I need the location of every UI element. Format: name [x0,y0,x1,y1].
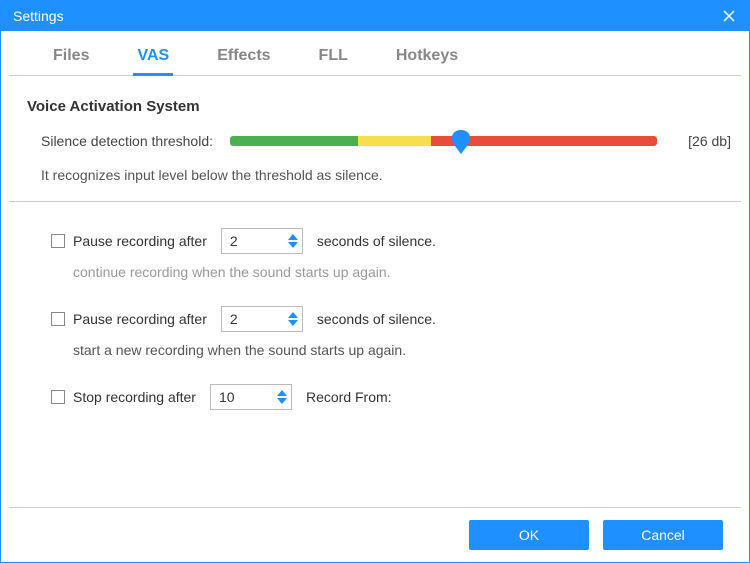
pause2-row: Pause recording after 2 seconds of silen… [19,306,731,332]
pause2-label-post: seconds of silence. [317,311,436,327]
stop-label-pre: Stop recording after [73,389,196,405]
tab-vas[interactable]: VAS [133,41,173,75]
pause1-row: Pause recording after 2 seconds of silen… [19,228,731,254]
chevron-down-icon[interactable] [277,398,287,404]
slider-seg-green [230,136,358,146]
stop-label-post: Record From: [306,389,392,405]
stop-spin-arrows [277,390,287,404]
threshold-row: Silence detection threshold: [26 db] [19,133,731,149]
pause1-sub: continue recording when the sound starts… [19,264,731,280]
pause2-spin-value: 2 [230,311,288,327]
chevron-up-icon[interactable] [288,234,298,240]
pause2-label-pre: Pause recording after [73,311,207,327]
chevron-up-icon[interactable] [277,390,287,396]
pause1-label-pre: Pause recording after [73,233,207,249]
section-title: Voice Activation System [19,98,731,115]
cancel-button[interactable]: Cancel [603,520,723,550]
titlebar: Settings [1,1,749,31]
stop-spin-value: 10 [219,389,277,405]
pause2-checkbox[interactable] [51,312,65,326]
pause2-spin[interactable]: 2 [221,306,303,332]
settings-window: Settings Files VAS Effects FLL Hotkeys V… [0,0,750,563]
tab-content: Voice Activation System Silence detectio… [1,76,749,507]
divider [9,201,741,202]
pause1-spin-arrows [288,234,298,248]
pause2-sub: start a new recording when the sound sta… [19,342,731,358]
stop-row: Stop recording after 10 Record From: [19,384,731,410]
tab-files[interactable]: Files [49,41,93,75]
stop-checkbox[interactable] [51,390,65,404]
pause2-spin-arrows [288,312,298,326]
footer: OK Cancel [9,507,741,562]
pause1-spin-value: 2 [230,233,288,249]
tab-hotkeys[interactable]: Hotkeys [392,41,462,75]
pause1-label-post: seconds of silence. [317,233,436,249]
threshold-slider[interactable] [230,136,657,146]
pause1-spin[interactable]: 2 [221,228,303,254]
chevron-up-icon[interactable] [288,312,298,318]
stop-spin[interactable]: 10 [210,384,292,410]
tab-fll[interactable]: FLL [315,41,352,75]
slider-seg-yellow [358,136,431,146]
ok-button[interactable]: OK [469,520,589,550]
tab-bar: Files VAS Effects FLL Hotkeys [9,31,741,76]
window-title: Settings [13,8,709,24]
threshold-value: [26 db] [671,133,731,149]
chevron-down-icon[interactable] [288,320,298,326]
chevron-down-icon[interactable] [288,242,298,248]
threshold-desc: It recognizes input level below the thre… [19,167,731,183]
pause1-checkbox[interactable] [51,234,65,248]
threshold-label: Silence detection threshold: [41,133,216,149]
close-button[interactable] [709,1,749,31]
close-icon [723,10,735,22]
tab-effects[interactable]: Effects [213,41,274,75]
